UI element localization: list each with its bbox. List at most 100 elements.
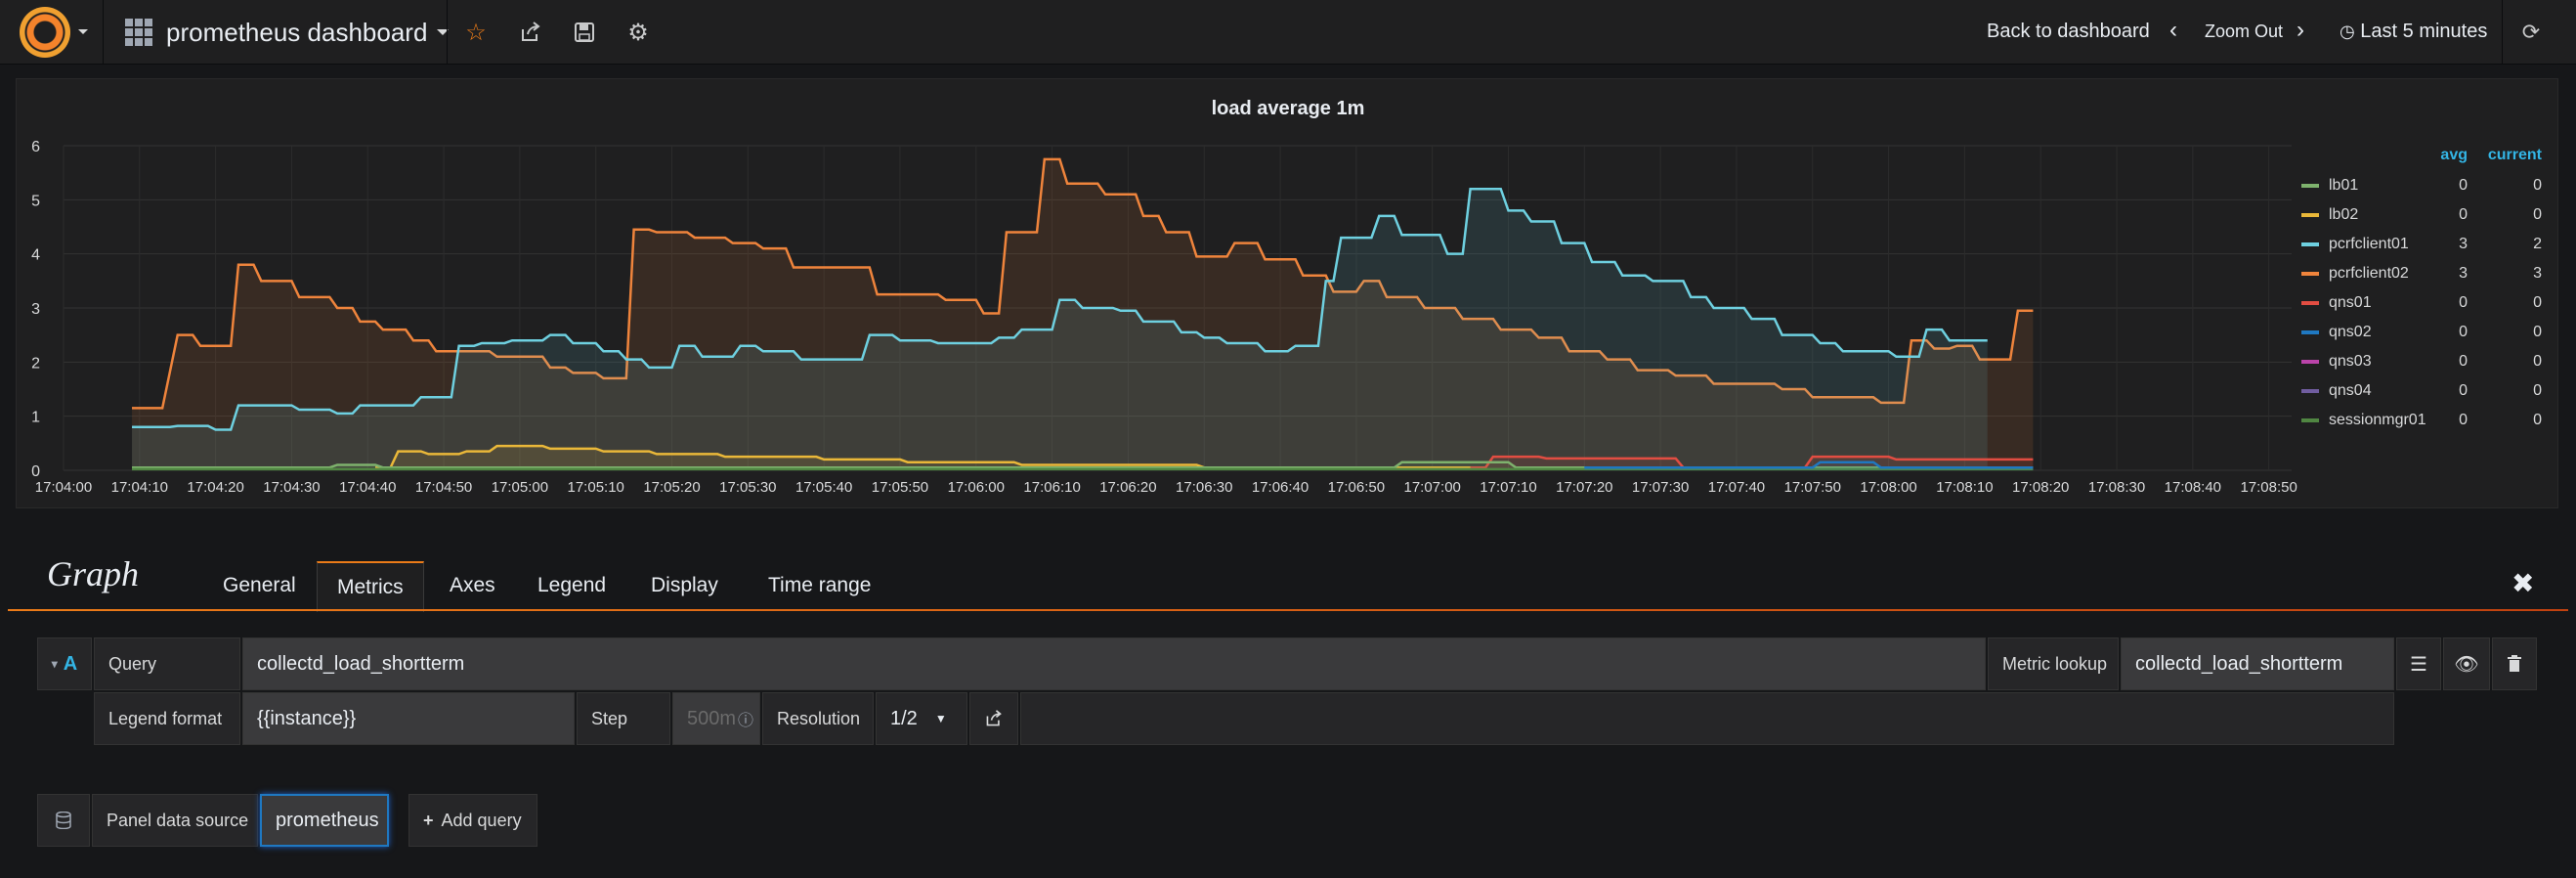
query-ref-letter: A (63, 652, 78, 675)
metric-lookup-label: Metric lookup (1988, 637, 2119, 690)
divider (2502, 0, 2503, 65)
legend-current-value: 0 (2533, 382, 2542, 399)
x-tick-label: 17:07:50 (1784, 479, 1841, 496)
tab-underline (8, 609, 2568, 611)
grafana-menu-button[interactable] (0, 0, 104, 65)
gear-icon[interactable]: ⚙ (622, 16, 655, 49)
grafana-logo-icon (20, 7, 70, 58)
dashboard-title: prometheus dashboard (166, 17, 428, 47)
legend-swatch (2301, 360, 2319, 364)
legend-item-pcrfclient02[interactable]: pcrfclient02 (2329, 265, 2409, 282)
chart-title: load average 1m (1212, 98, 1365, 119)
legend-swatch (2301, 213, 2319, 217)
legend-swatch (2301, 418, 2319, 422)
legend-avg-value: 3 (2459, 265, 2468, 282)
dashboard-grid-icon (125, 19, 152, 46)
x-tick-label: 17:05:50 (872, 479, 928, 496)
back-to-dashboard-link[interactable]: Back to dashboard (1987, 21, 2150, 43)
eye-icon[interactable]: 👁 (2443, 637, 2490, 690)
chevron-left-icon[interactable]: ‹ (2169, 17, 2177, 44)
legend-item-lb01[interactable]: lb01 (2329, 177, 2358, 194)
legend-avg-value: 0 (2459, 382, 2468, 399)
tab-legend[interactable]: Legend (518, 561, 625, 610)
x-tick-label: 17:08:20 (2012, 479, 2069, 496)
legend-current-value: 0 (2533, 353, 2542, 370)
tab-axes[interactable]: Axes (430, 561, 515, 610)
x-tick-label: 17:05:10 (568, 479, 624, 496)
resolution-select[interactable]: 1/2 ▼ (876, 692, 967, 745)
zoom-out-button[interactable]: Zoom Out (2205, 22, 2283, 42)
legend-item-qns03[interactable]: qns03 (2329, 353, 2372, 370)
x-tick-label: 17:08:40 (2165, 479, 2221, 496)
x-tick-label: 17:05:00 (492, 479, 548, 496)
legend-avg-value: 0 (2459, 206, 2468, 223)
star-icon[interactable]: ☆ (459, 16, 493, 49)
legend-item-sessionmgr01[interactable]: sessionmgr01 (2329, 412, 2426, 428)
query-input[interactable]: collectd_load_shortterm (242, 637, 1986, 690)
x-tick-label: 17:05:20 (643, 479, 700, 496)
x-tick-label: 17:08:10 (1936, 479, 1993, 496)
tab-metrics[interactable]: Metrics (317, 561, 424, 612)
legend-avg-header[interactable]: avg (2440, 147, 2468, 163)
x-tick-label: 17:07:40 (1708, 479, 1765, 496)
x-tick-label: 17:07:30 (1632, 479, 1689, 496)
legend-format-input[interactable]: {{instance}} (242, 692, 575, 745)
plus-icon: + (423, 810, 434, 830)
legend-item-qns02[interactable]: qns02 (2329, 324, 2372, 340)
legend-current-value: 0 (2533, 412, 2542, 428)
metric-lookup-input[interactable]: collectd_load_shortterm (2121, 637, 2394, 690)
caret-down-icon: ▾ (51, 657, 58, 671)
graph-panel: load average 1m 17:04:00 17:04:10 17:04:20… (16, 78, 2558, 508)
chevron-right-icon[interactable]: › (2297, 17, 2304, 44)
legend-current-header[interactable]: current (2488, 147, 2543, 163)
x-tick-label: 17:06:00 (948, 479, 1005, 496)
trash-icon[interactable] (2492, 637, 2537, 690)
share-icon[interactable] (514, 16, 547, 49)
query-ref-toggle[interactable]: ▾ A (37, 637, 92, 690)
time-picker-button[interactable]: ◷ Last 5 minutes (2340, 21, 2487, 43)
top-navbar: prometheus dashboard ☆ ⚙ Back to dashboa… (0, 0, 2576, 65)
close-icon[interactable]: ✖ (2512, 567, 2534, 599)
legend-avg-value: 0 (2459, 412, 2468, 428)
y-tick-label: 1 (31, 410, 40, 426)
legend-item-qns04[interactable]: qns04 (2329, 382, 2372, 399)
legend-swatch (2301, 272, 2319, 276)
x-tick-label: 17:06:10 (1023, 479, 1080, 496)
legend-avg-value: 0 (2459, 353, 2468, 370)
legend-avg-value: 0 (2459, 177, 2468, 194)
save-icon[interactable] (568, 16, 601, 49)
tab-general[interactable]: General (203, 561, 316, 610)
legend-swatch (2301, 184, 2319, 188)
y-tick-label: 6 (31, 139, 40, 155)
info-icon[interactable]: ⓘ (738, 707, 753, 730)
chart-svg: load average 1m 17:04:00 17:04:10 17:04:20… (31, 98, 2543, 496)
legend-item-lb02[interactable]: lb02 (2329, 206, 2358, 223)
y-tick-label: 2 (31, 355, 40, 372)
panel-data-source-label: Panel data source (92, 794, 258, 847)
legend-item-pcrfclient01[interactable]: pcrfclient01 (2329, 236, 2409, 252)
caret-down-icon: ▼ (934, 712, 947, 725)
tab-time-range[interactable]: Time range (749, 561, 890, 610)
database-icon (37, 794, 90, 847)
add-query-label: Add query (441, 810, 522, 830)
dashboard-picker[interactable]: prometheus dashboard (125, 17, 450, 48)
x-tick-label: 17:08:50 (2240, 479, 2297, 496)
external-link-icon[interactable] (969, 692, 1018, 745)
hamburger-menu-icon[interactable]: ☰ (2396, 637, 2441, 690)
x-tick-label: 17:06:40 (1252, 479, 1309, 496)
step-placeholder: 500m (687, 707, 737, 729)
x-tick-label: 17:07:20 (1556, 479, 1612, 496)
tab-display[interactable]: Display (631, 561, 738, 610)
step-input[interactable]: 500m ⓘ (672, 692, 760, 745)
legend-item-qns01[interactable]: qns01 (2329, 294, 2372, 311)
add-query-button[interactable]: + Add query (408, 794, 537, 847)
divider (447, 0, 448, 65)
legend-swatch (2301, 301, 2319, 305)
legend-swatch (2301, 242, 2319, 246)
resolution-label: Resolution (762, 692, 874, 745)
data-source-picker[interactable]: prometheus (260, 794, 389, 847)
refresh-icon[interactable]: ⟳ (2514, 16, 2548, 49)
x-tick-label: 17:04:10 (111, 479, 168, 496)
y-tick-label: 4 (31, 247, 40, 264)
legend-format-label: Legend format (94, 692, 240, 745)
